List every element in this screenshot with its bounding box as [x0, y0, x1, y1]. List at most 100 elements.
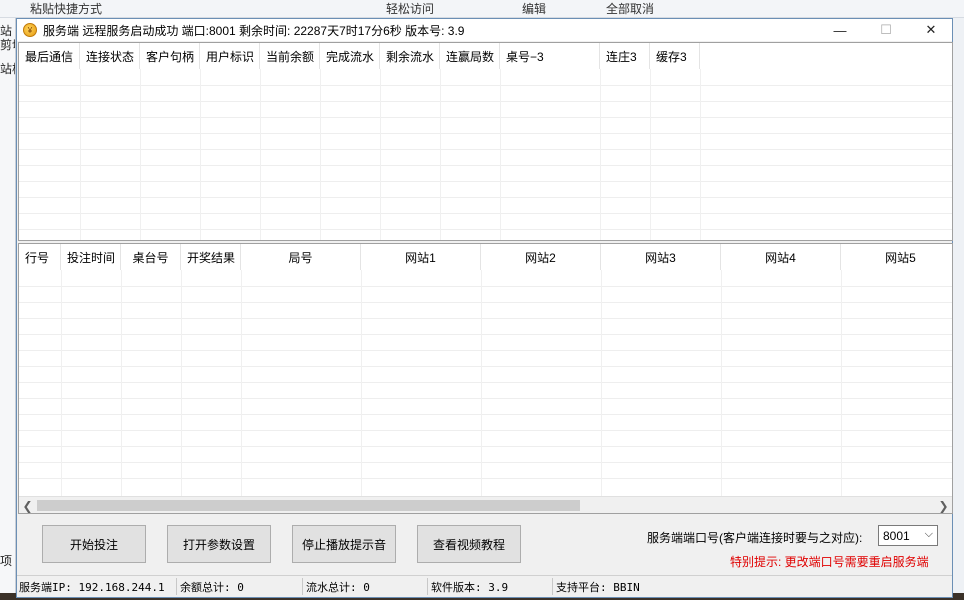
column-divider	[80, 69, 81, 240]
start-bet-button[interactable]: 开始投注	[42, 525, 146, 563]
column-divider	[260, 69, 261, 240]
column-header[interactable]: 用户标识	[200, 43, 260, 69]
column-header[interactable]: 最后通信	[19, 43, 80, 69]
view-tutorial-button[interactable]: 查看视频教程	[417, 525, 521, 563]
row-divider	[19, 414, 952, 415]
column-divider	[650, 69, 651, 240]
column-header[interactable]: 客户句柄	[140, 43, 200, 69]
stop-sound-button[interactable]: 停止播放提示音	[292, 525, 396, 563]
column-divider	[361, 270, 362, 496]
scroll-thumb[interactable]	[37, 500, 580, 511]
status-separator	[552, 578, 553, 595]
row-divider	[19, 398, 952, 399]
row-divider	[19, 133, 952, 134]
horizontal-scrollbar[interactable]: ❮ ❯	[19, 496, 952, 513]
client-table[interactable]: 最后通信 连接状态 客户句柄 用户标识 当前余额 完成流水 剩余流水 连赢局数 …	[18, 42, 953, 241]
row-divider	[19, 101, 952, 102]
row-divider	[19, 181, 952, 182]
title-bar[interactable]: ¥ 服务端 远程服务启动成功 端口:8001 剩余时间: 22287天7时17分…	[17, 19, 952, 41]
status-separator	[427, 578, 428, 595]
column-header[interactable]: 网站2	[481, 244, 601, 270]
status-platform: 支持平台: BBIN	[556, 581, 640, 594]
column-header[interactable]: 网站3	[601, 244, 721, 270]
column-header[interactable]: 局号	[241, 244, 361, 270]
easy-access-item: 轻松访问	[386, 2, 435, 16]
column-divider	[500, 69, 501, 240]
column-divider	[140, 69, 141, 240]
maximize-button[interactable]: ☐	[863, 19, 909, 41]
status-separator	[176, 578, 177, 595]
column-divider	[241, 270, 242, 496]
scroll-left-icon[interactable]: ❮	[19, 497, 36, 513]
column-divider	[320, 69, 321, 240]
row-divider	[19, 165, 952, 166]
column-header[interactable]: 投注时间	[61, 244, 121, 270]
row-divider	[19, 318, 952, 319]
column-header[interactable]: 桌号−3	[500, 43, 600, 69]
restart-hint: 特别提示: 更改端口号需要重启服务端	[730, 555, 929, 569]
row-divider	[19, 213, 952, 214]
open-params-button[interactable]: 打开参数设置	[167, 525, 271, 563]
row-divider	[19, 197, 952, 198]
paste-shortcut-item: 粘贴快捷方式	[30, 2, 103, 16]
column-header[interactable]: 行号	[19, 244, 61, 270]
status-software-version: 软件版本: 3.9	[431, 581, 509, 594]
row-divider	[19, 302, 952, 303]
status-server-ip: 服务端IP: 192.168.244.1	[19, 581, 165, 594]
scroll-right-icon[interactable]: ❯	[935, 497, 952, 513]
column-divider	[200, 69, 201, 240]
app-coin-icon: ¥	[23, 23, 37, 37]
port-label: 服务端端口号(客户端连接时要与之对应):	[647, 531, 863, 545]
port-select[interactable]: 8001 ⌵	[878, 525, 938, 546]
column-header[interactable]: 桌台号	[121, 244, 181, 270]
close-button[interactable]: ✕	[908, 19, 954, 41]
bg-left-text: 项	[0, 554, 13, 568]
column-divider	[721, 270, 722, 496]
row-divider	[19, 478, 952, 479]
bet-record-table[interactable]: 行号 投注时间 桌台号 开奖结果 局号 网站1 网站2 网站3 网站4 网站5	[18, 243, 953, 514]
port-value: 8001	[883, 528, 910, 543]
column-header[interactable]: 当前余额	[260, 43, 320, 69]
column-header[interactable]: 剩余流水	[380, 43, 440, 69]
status-bar: 服务端IP: 192.168.244.1 余额总计: 0 流水总计: 0 软件版…	[17, 575, 952, 597]
select-none-item: 全部取消	[606, 2, 655, 16]
row-divider	[19, 366, 952, 367]
row-divider	[19, 382, 952, 383]
column-divider	[481, 270, 482, 496]
row-divider	[19, 229, 952, 230]
row-divider	[19, 286, 952, 287]
column-header[interactable]: 连接状态	[80, 43, 140, 69]
background-edge	[953, 18, 964, 600]
row-divider	[19, 462, 952, 463]
column-divider	[600, 69, 601, 240]
column-divider	[61, 270, 62, 496]
column-header[interactable]: 开奖结果	[181, 244, 241, 270]
column-header[interactable]: 连赢局数	[440, 43, 500, 69]
edit-item: 编辑	[522, 2, 547, 16]
row-divider	[19, 334, 952, 335]
column-header[interactable]: 缓存3	[650, 43, 700, 69]
column-divider	[841, 270, 842, 496]
column-header[interactable]: 网站5	[841, 244, 952, 270]
row-divider	[19, 149, 952, 150]
status-balance-total: 余额总计: 0	[180, 581, 244, 594]
column-header[interactable]: 网站1	[361, 244, 481, 270]
column-divider	[181, 270, 182, 496]
column-header[interactable]: 网站4	[721, 244, 841, 270]
row-divider	[19, 117, 952, 118]
background-explorer-ribbon: 粘贴快捷方式 轻松访问 编辑 全部取消	[0, 0, 964, 18]
column-header[interactable]: 完成流水	[320, 43, 380, 69]
column-divider	[601, 270, 602, 496]
row-divider	[19, 85, 952, 86]
column-divider	[700, 69, 701, 240]
minimize-button[interactable]: —	[817, 19, 863, 41]
row-divider	[19, 430, 952, 431]
status-flow-total: 流水总计: 0	[306, 581, 370, 594]
background-explorer-sidebar: 站 剪切 站板 项	[0, 18, 16, 598]
chevron-down-icon: ⌵	[924, 528, 933, 540]
row-divider	[19, 350, 952, 351]
bg-left-text: 站板	[0, 62, 15, 76]
status-separator	[302, 578, 303, 595]
window-title: 服务端 远程服务启动成功 端口:8001 剩余时间: 22287天7时17分6秒…	[43, 23, 465, 38]
column-header[interactable]: 连庄3	[600, 43, 650, 69]
